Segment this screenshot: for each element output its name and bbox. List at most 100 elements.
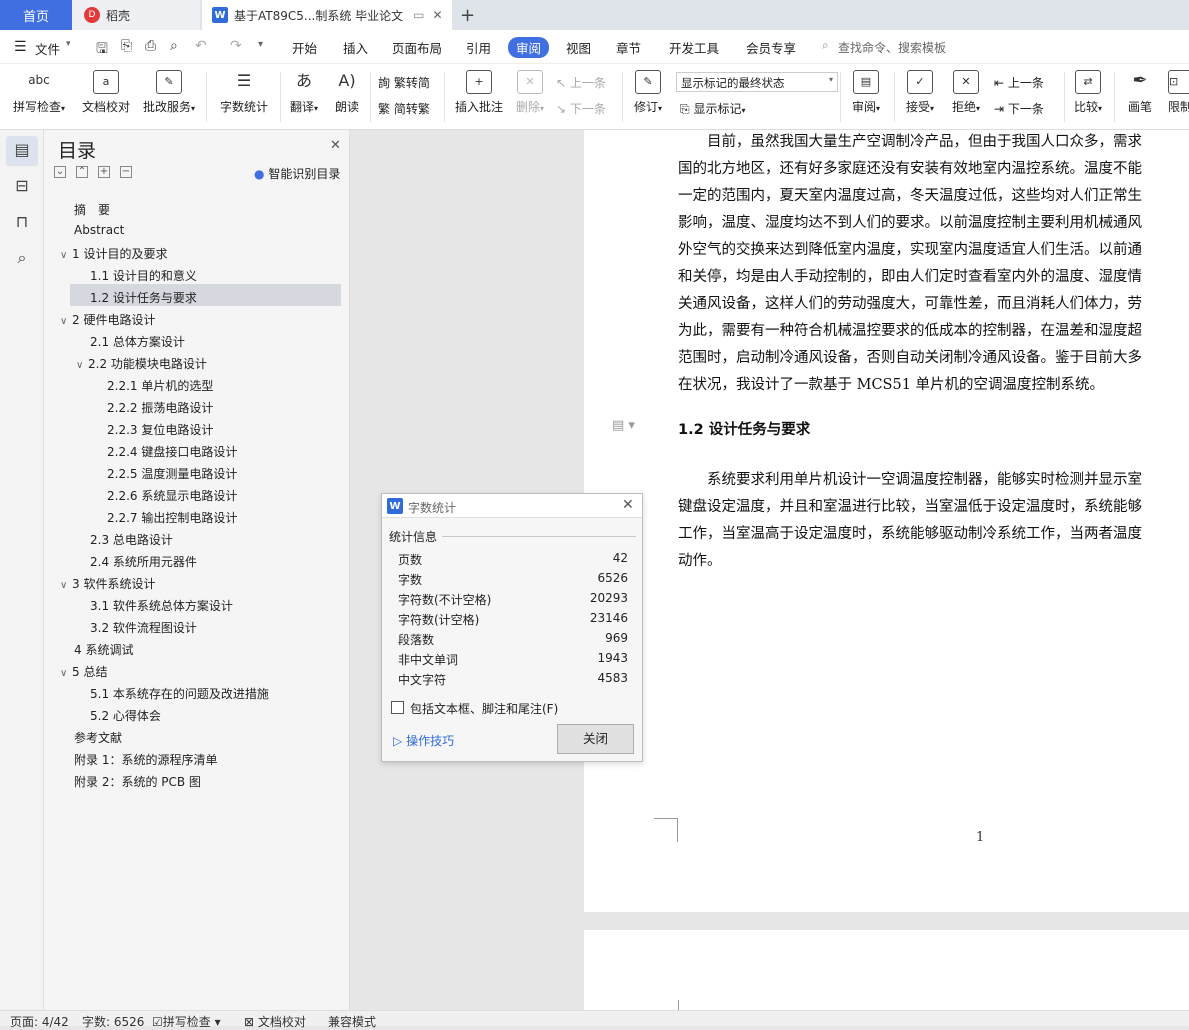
chevron-down-icon[interactable]: ∨ <box>76 360 88 371</box>
batch-service-button[interactable]: ✎ 批改服务▾ <box>140 70 198 115</box>
include-textbox-checkbox[interactable] <box>391 701 404 714</box>
trad-to-simp-button[interactable]: 詢 繁转简 <box>378 74 430 91</box>
show-markup-button[interactable]: ⎘ 显示标记▾ <box>680 100 745 117</box>
toc-item[interactable]: 2.3 总电路设计 <box>90 531 173 548</box>
command-search[interactable]: 查找命令、搜索模板 <box>838 39 946 56</box>
outline-icon[interactable]: ⊟ <box>12 176 32 196</box>
toc-item[interactable]: 2.4 系统所用元器件 <box>90 553 197 570</box>
toc-item[interactable]: 5.1 本系统存在的问题及改进措施 <box>90 685 269 702</box>
menu-insert[interactable]: 插入 <box>343 38 368 57</box>
new-tab-icon[interactable]: + <box>460 0 475 30</box>
toc-item[interactable]: 2.2.6 系统显示电路设计 <box>107 487 237 504</box>
insert-comment-button[interactable]: + 插入批注 <box>450 70 508 115</box>
smart-toc-button[interactable]: ● 智能识别目录 <box>254 165 340 182</box>
chevron-down-icon[interactable]: ∨ <box>60 316 72 327</box>
read-aloud-button[interactable]: A) 朗读 <box>330 70 364 115</box>
toc-item[interactable]: 附录 2：系统的 PCB 图 <box>74 773 201 790</box>
preview-icon[interactable]: ⌕ <box>170 38 178 54</box>
toc-item[interactable]: ∨ 2 硬件电路设计 <box>60 311 155 328</box>
toc-item[interactable]: ∨ 3 软件系统设计 <box>60 575 155 592</box>
toc-item[interactable]: 参考文献 <box>74 729 122 746</box>
restrict-button[interactable]: ⊡ 限制 <box>1168 70 1189 115</box>
menu-start[interactable]: 开始 <box>292 38 317 57</box>
paragraph-handle-icon[interactable]: ▤ ▾ <box>612 418 635 433</box>
toc-item[interactable]: 2.2.1 单片机的选型 <box>107 377 213 394</box>
simp-to-trad-button[interactable]: 繁 简转繁 <box>378 100 430 117</box>
dialog-close-icon[interactable]: ✕ <box>622 497 634 513</box>
add-item-icon[interactable]: + <box>98 166 110 178</box>
translate-button[interactable]: あ翻译▾ <box>286 70 322 115</box>
hamburger-icon[interactable]: ☰ <box>14 39 27 55</box>
toc-item[interactable]: Abstract <box>74 223 124 237</box>
toc-item[interactable]: ∨ 1 设计目的及要求 <box>60 245 167 262</box>
expand-all-icon[interactable]: ⌃ <box>76 166 88 178</box>
next-comment-button[interactable]: ↘ 下一条 <box>556 100 606 117</box>
toc-item[interactable]: 2.2.2 振荡电路设计 <box>107 399 213 416</box>
document-page[interactable]: 目前，虽然我国大量生产空调制冷产品，但由于我国人口众多，需求 国的北方地区，还有… <box>584 130 1189 912</box>
remove-item-icon[interactable]: − <box>120 166 132 178</box>
chevron-down-icon[interactable]: ∨ <box>60 250 72 261</box>
close-button[interactable]: 关闭 <box>557 724 634 754</box>
print-icon[interactable]: ⎙ <box>145 38 156 54</box>
redo-icon[interactable]: ↷ <box>230 38 242 54</box>
menu-chapter[interactable]: 章节 <box>616 38 641 57</box>
proof-status[interactable]: ⊠ 文档校对 <box>244 1013 306 1030</box>
file-menu[interactable]: 文件 <box>35 39 60 58</box>
toc-item[interactable]: 2.2.7 输出控制电路设计 <box>107 509 237 526</box>
toc-item[interactable]: 1.2 设计任务与要求 <box>90 289 197 306</box>
next-change-button[interactable]: ⇥ 下一条 <box>994 100 1044 117</box>
toc-item[interactable]: 2.2.5 温度测量电路设计 <box>107 465 237 482</box>
bookmark-icon[interactable]: ⊓ <box>12 212 32 232</box>
track-changes-button[interactable]: ✎ 修订▾ <box>628 70 668 115</box>
toc-item[interactable]: ∨ 5 总结 <box>60 663 107 680</box>
prev-change-button[interactable]: ⇤ 上一条 <box>994 74 1044 91</box>
chevron-down-icon[interactable]: ∨ <box>60 668 72 679</box>
toc-item[interactable]: 附录 1：系统的源程序清单 <box>74 751 217 768</box>
toc-item[interactable]: 4 系统调试 <box>74 641 133 658</box>
toc-item[interactable]: 2.2.3 复位电路设计 <box>107 421 213 438</box>
spell-check-status[interactable]: ☑拼写检查 ▾ <box>152 1013 221 1030</box>
menu-review[interactable]: 审阅 <box>508 37 550 58</box>
save-icon[interactable]: 🖫 <box>96 38 108 62</box>
toc-item[interactable]: 1.1 设计目的和意义 <box>90 267 197 284</box>
menu-view[interactable]: 视图 <box>566 38 591 57</box>
menu-member[interactable]: 会员专享 <box>746 38 796 57</box>
toc-icon[interactable]: ▤ <box>12 140 32 160</box>
menu-layout[interactable]: 页面布局 <box>392 38 442 57</box>
tips-link[interactable]: ▷ 操作技巧 <box>393 732 454 749</box>
close-tab-icon[interactable]: ✕ <box>433 8 443 22</box>
proofread-button[interactable]: a 文档校对 <box>80 70 132 115</box>
toc-item[interactable]: 3.2 软件流程图设计 <box>90 619 197 636</box>
tab-daoke[interactable]: D 稻壳 <box>72 0 200 30</box>
toc-item[interactable]: ∨ 2.2 功能模块电路设计 <box>76 355 207 372</box>
undo-icon[interactable]: ↶ <box>195 38 207 54</box>
ink-button[interactable]: ✒ 画笔 <box>1120 70 1160 115</box>
delete-comment-button[interactable]: ✕ 删除▾ <box>510 70 550 115</box>
word-count-button[interactable]: ☰ 字数统计 <box>216 70 272 115</box>
prev-comment-button[interactable]: ↖ 上一条 <box>556 74 606 91</box>
toc-item[interactable]: 2.2.4 键盘接口电路设计 <box>107 443 237 460</box>
tab-document[interactable]: W 基于AT89C5...制系统 毕业论文 ▭ ✕ <box>202 0 452 30</box>
compare-button[interactable]: ⇄ 比较▾ <box>1068 70 1108 115</box>
accept-button[interactable]: ✓ 接受▾ <box>900 70 940 115</box>
page-indicator[interactable]: 页面: 4/42 <box>10 1013 69 1030</box>
collapse-all-icon[interactable]: ⌄ <box>54 166 66 178</box>
tab-home[interactable]: 首页 <box>0 0 72 30</box>
find-icon[interactable]: ⌕ <box>12 248 32 268</box>
export-icon[interactable]: ⎘ <box>121 38 132 54</box>
reject-button[interactable]: ✕ 拒绝▾ <box>946 70 986 115</box>
toc-item[interactable]: 5.2 心得体会 <box>90 707 161 724</box>
screen-icon[interactable]: ▭ <box>413 8 424 22</box>
menu-reference[interactable]: 引用 <box>466 38 491 57</box>
toc-item[interactable]: 2.1 总体方案设计 <box>90 333 185 350</box>
chevron-down-icon[interactable]: ▾ <box>66 39 71 49</box>
toc-item[interactable]: 3.1 软件系统总体方案设计 <box>90 597 233 614</box>
spell-check-button[interactable]: abc 拼写检查▾ <box>10 70 68 115</box>
more-chevron-icon[interactable]: ▾ <box>258 39 263 50</box>
word-count-indicator[interactable]: 字数: 6526 <box>82 1013 144 1030</box>
close-panel-icon[interactable]: ✕ <box>330 138 341 153</box>
chevron-down-icon[interactable]: ∨ <box>60 580 72 591</box>
document-page-next[interactable] <box>584 930 1189 1010</box>
menu-developer[interactable]: 开发工具 <box>669 38 719 57</box>
review-pane-button[interactable]: ▤ 审阅▾ <box>846 70 886 115</box>
